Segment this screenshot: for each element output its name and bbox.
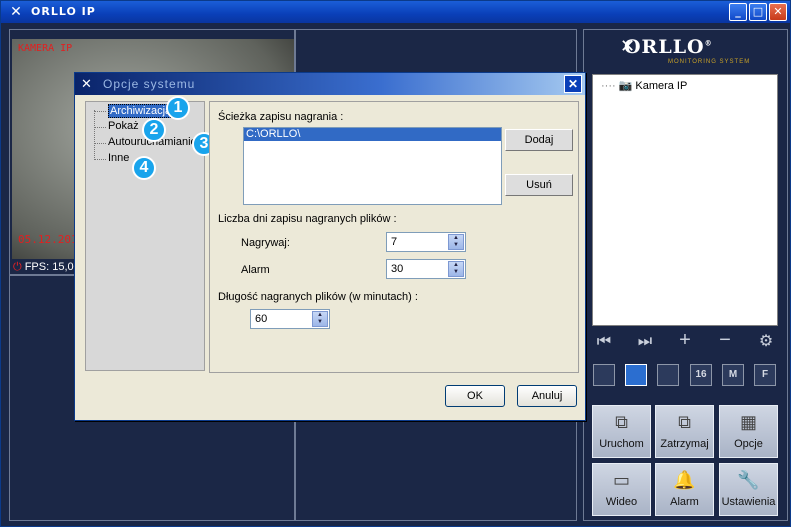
record-days-stepper[interactable]: 7 ▲ ▼: [386, 232, 466, 252]
layout-f-icon[interactable]: F: [754, 364, 776, 386]
main-titlebar[interactable]: ✕ ORLLO IP _ □ ✕: [1, 1, 790, 23]
stop-button[interactable]: ⧉ Zatrzymaj: [655, 405, 714, 458]
nav-item-display[interactable]: Pokaż: [108, 120, 139, 132]
archiving-panel: Ścieżka zapisu nagrania : C:\ORLLO\ Doda…: [209, 101, 579, 373]
stepper-arrows-icon[interactable]: ▲ ▼: [448, 234, 464, 250]
nav-item-archiving[interactable]: Archiwizacja: [108, 104, 174, 118]
video-icon: ▭: [612, 470, 630, 490]
add-icon[interactable]: +: [675, 330, 695, 350]
wrench-icon: 🔧: [737, 470, 760, 490]
path-label: Ścieżka zapisu nagrania :: [218, 111, 344, 123]
stepper-arrows-icon[interactable]: ▲ ▼: [448, 261, 464, 277]
fps-label: FPS: 15,0: [24, 261, 74, 273]
path-list[interactable]: C:\ORLLO\: [243, 127, 502, 205]
right-panel: ✕ ORLLO® MONITORING SYSTEM ···· 📷 Kamera I…: [583, 29, 788, 521]
alarm-button[interactable]: 🔔 Alarm: [655, 463, 714, 516]
options-nav: Archiwizacja Pokaż Autouruchamianie Inne…: [85, 96, 216, 371]
layout-9-icon[interactable]: [657, 364, 679, 386]
video-button[interactable]: ▭ Wideo: [592, 463, 651, 516]
path-list-item[interactable]: C:\ORLLO\: [244, 128, 501, 141]
callout-badge-4: 4: [132, 156, 156, 180]
last-icon[interactable]: ⏭: [635, 332, 655, 352]
fps-indicator: ⏻ FPS: 15,0: [13, 261, 74, 274]
options-icon: ▦: [739, 412, 757, 432]
camera-overlay-label: KAMERA IP: [18, 43, 73, 54]
options-dialog: ✕ Opcje systemu ✕ Archiwizacja Pokaż Aut…: [74, 72, 586, 421]
app-title: ORLLO IP: [31, 5, 96, 18]
file-length-stepper[interactable]: 60 ▲ ▼: [250, 309, 330, 329]
power-icon: ⏻: [13, 261, 22, 273]
length-label: Długość nagranych plików (w minutach) :: [218, 291, 418, 303]
start-button[interactable]: ⧉ Uruchom: [592, 405, 651, 458]
callout-badge-2: 2: [142, 118, 166, 142]
layout-16-icon[interactable]: 16: [690, 364, 712, 386]
close-button[interactable]: ✕: [769, 3, 787, 21]
layout-4-icon[interactable]: [625, 364, 647, 386]
nav-item-other[interactable]: Inne: [108, 152, 129, 164]
remove-icon[interactable]: −: [715, 330, 735, 350]
dialog-close-button[interactable]: ✕: [564, 75, 582, 93]
record-label: Nagrywaj:: [241, 237, 290, 249]
layout-1-icon[interactable]: [593, 364, 615, 386]
main-window: ✕ ORLLO IP _ □ ✕ KAMERA IP 05.12.2016 ⏻ F…: [0, 0, 791, 527]
first-icon[interactable]: ⏮: [594, 332, 614, 352]
settings-icon[interactable]: ⚙: [756, 332, 776, 352]
stepper-arrows-icon[interactable]: ▲ ▼: [312, 311, 328, 327]
settings-button[interactable]: 🔧 Ustawienia: [719, 463, 778, 516]
tree-item-camera[interactable]: ···· 📷 Kamera IP: [601, 79, 687, 92]
add-button[interactable]: Dodaj: [505, 129, 573, 151]
remove-button[interactable]: Usuń: [505, 174, 573, 196]
alarm-label: Alarm: [241, 264, 270, 276]
options-button[interactable]: ▦ Opcje: [719, 405, 778, 458]
days-label: Liczba dni zapisu nagranych plików :: [218, 213, 397, 225]
camera-icon: 📷: [618, 80, 633, 92]
dialog-title: Opcje systemu: [103, 77, 196, 91]
bell-icon: 🔔: [673, 470, 696, 490]
cancel-button[interactable]: Anuluj: [517, 385, 577, 407]
callout-badge-1: 1: [166, 96, 190, 120]
ok-button[interactable]: OK: [445, 385, 505, 407]
dialog-logo-icon: ✕: [81, 76, 92, 91]
brand-name: ORLLO®: [624, 36, 713, 58]
camera-tree[interactable]: ···· 📷 Kamera IP: [592, 74, 778, 326]
maximize-button[interactable]: □: [749, 3, 767, 21]
app-logo-icon: ✕: [10, 4, 22, 20]
layout-m-icon[interactable]: M: [722, 364, 744, 386]
alarm-days-stepper[interactable]: 30 ▲ ▼: [386, 259, 466, 279]
dialog-titlebar[interactable]: ✕ Opcje systemu ✕: [75, 73, 585, 95]
brand-subtitle: MONITORING SYSTEM: [668, 59, 751, 65]
stop-icon: ⧉: [678, 412, 691, 432]
minimize-button[interactable]: _: [729, 3, 747, 21]
start-icon: ⧉: [615, 412, 628, 432]
